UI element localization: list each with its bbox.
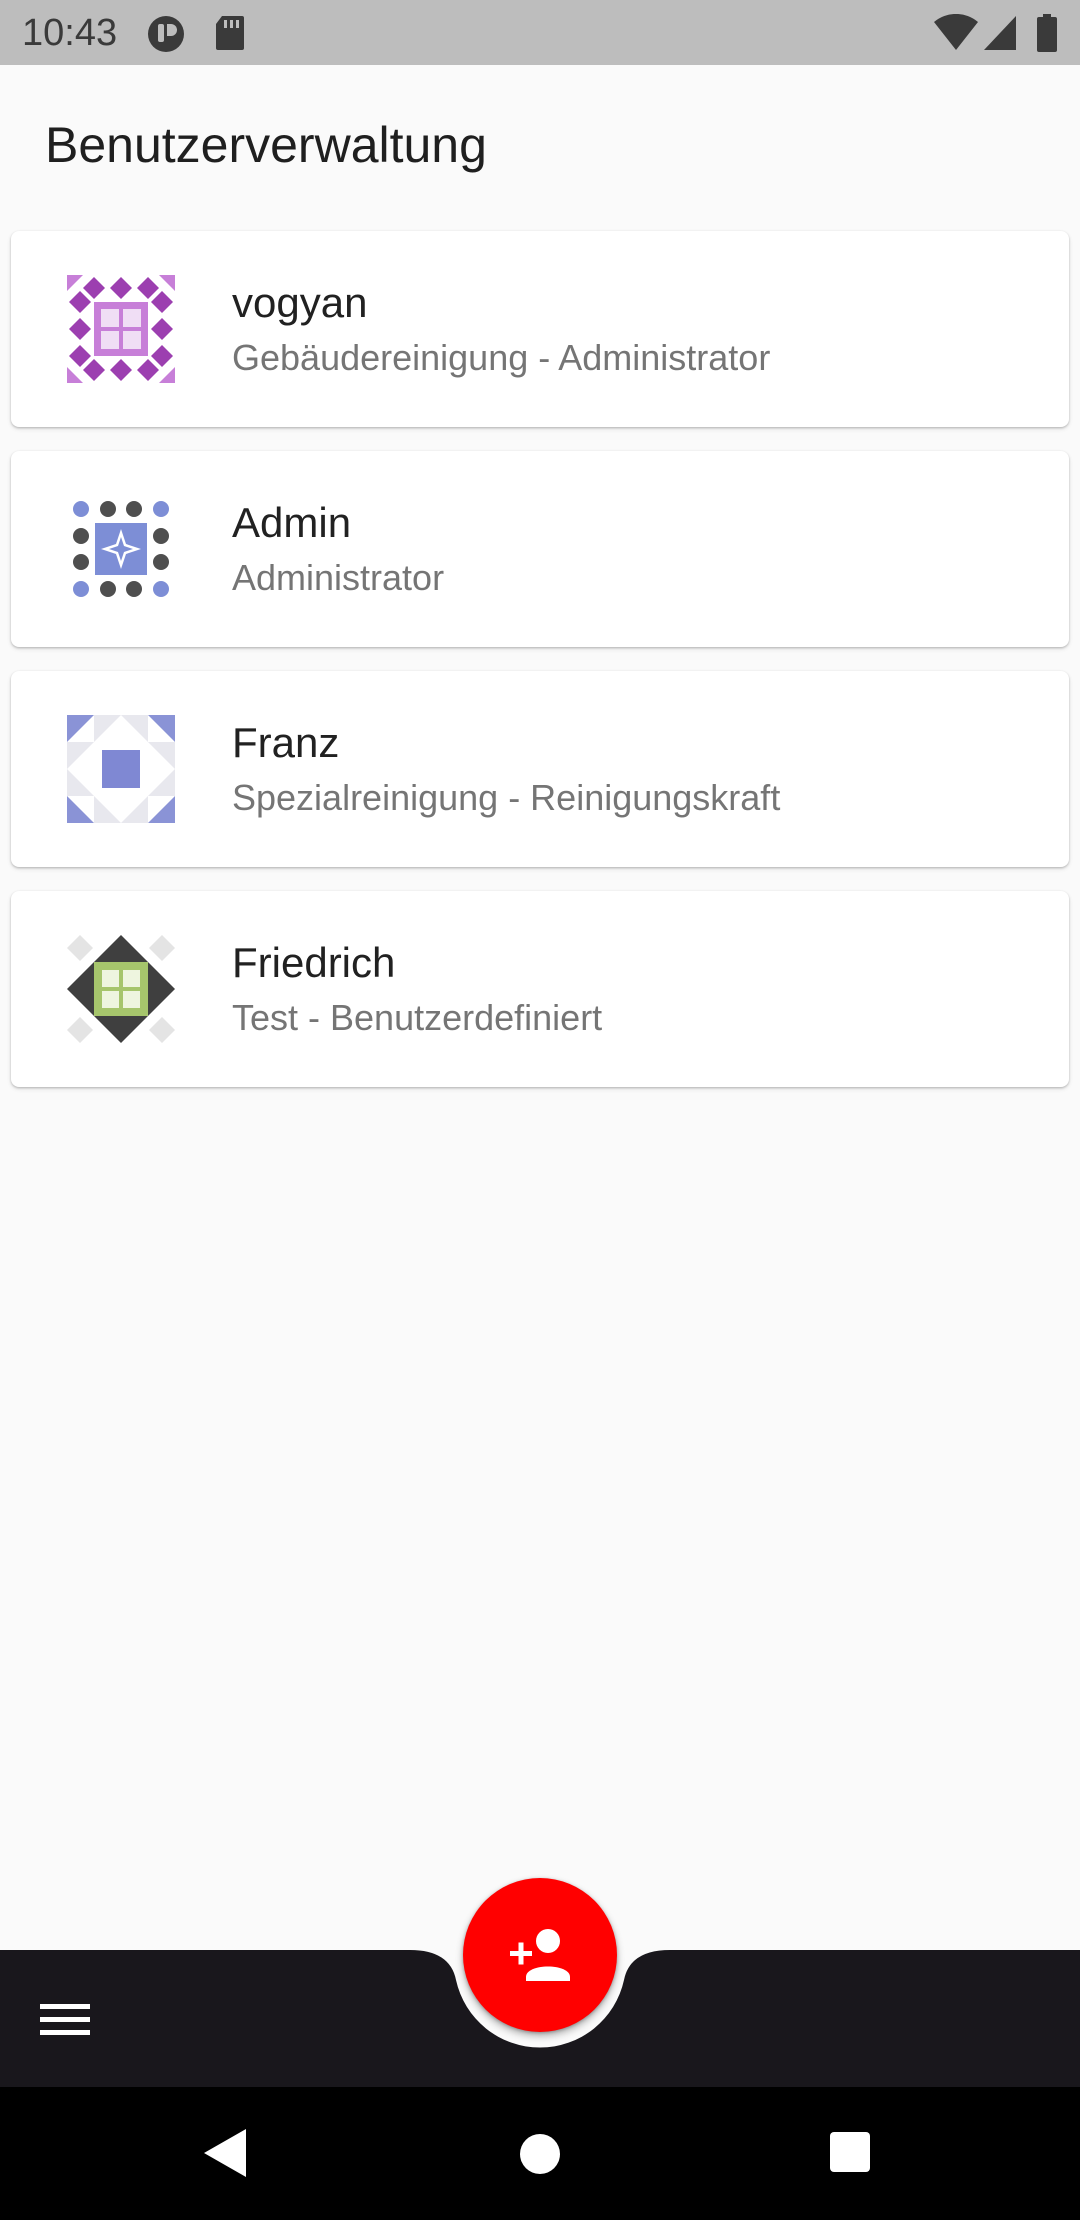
add-user-button[interactable] [463,1878,617,2032]
user-name: Admin [232,499,352,546]
user-card[interactable]: Friedrich Test - Benutzerdefiniert [11,891,1069,1087]
home-icon[interactable] [518,2132,562,2176]
menu-button[interactable] [30,1990,100,2050]
user-name: vogyan [232,279,368,326]
page-title: Benutzerverwaltung [45,117,487,173]
cell-signal-icon [982,14,1018,57]
battery-icon [1036,14,1058,57]
user-role: Gebäudereinigung - Administrator [232,337,771,378]
user-role: Test - Benutzerdefiniert [232,997,603,1038]
status-bar: 10:43 [0,0,1080,65]
user-name: Friedrich [232,939,396,986]
sd-card-icon [214,14,246,57]
user-role: Spezialreinigung - Reinigungskraft [232,777,781,818]
system-nav-bar [0,2087,1080,2220]
user-name: Franz [232,719,340,766]
user-card[interactable]: vogyan Gebäudereinigung - Administrator [11,231,1069,427]
identicon-blue-dots-icon [73,501,169,597]
hamburger-menu-icon [40,2004,90,2035]
identicon-purple-icon [67,275,175,383]
status-time: 10:43 [22,12,118,54]
recents-icon[interactable] [829,2131,871,2173]
identicon-blue-square-icon [67,715,175,823]
privacy-indicator-icon [146,14,186,59]
back-icon[interactable] [200,2127,250,2179]
user-role: Administrator [232,557,445,598]
user-card[interactable]: Franz Spezialreinigung - Reinigungskraft [11,671,1069,867]
wifi-icon [934,13,978,57]
identicon-green-diamond-icon [67,935,175,1043]
user-card[interactable]: Admin Administrator [11,451,1069,647]
add-person-icon [510,1929,570,1981]
